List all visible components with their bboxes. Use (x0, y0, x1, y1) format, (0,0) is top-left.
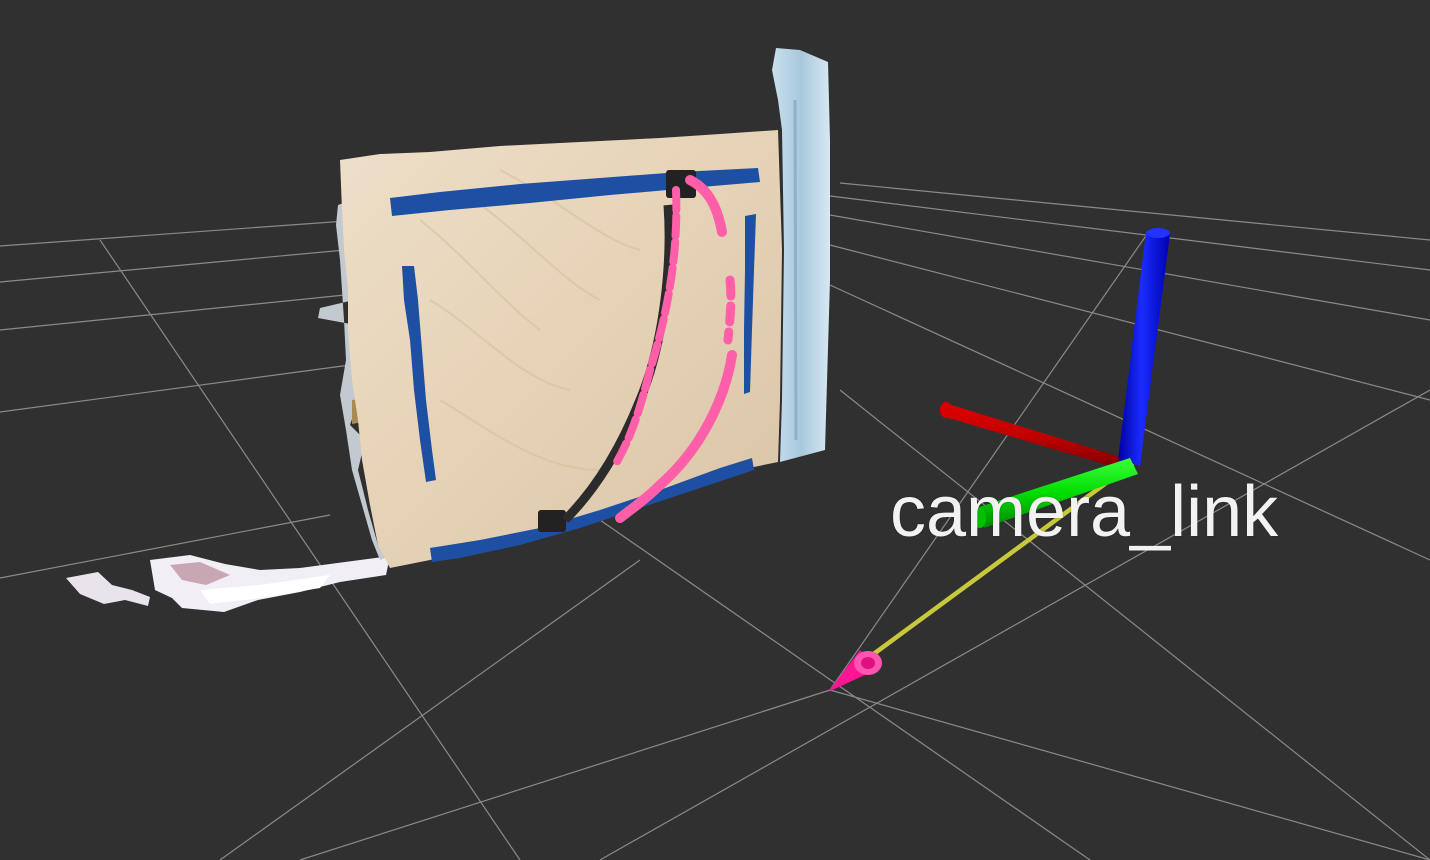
3d-viewport[interactable]: camera_link (0, 0, 1430, 860)
tf-axes-camera-link (828, 228, 1170, 692)
floor-points (66, 555, 390, 612)
axis-z-blue (1118, 228, 1170, 466)
arrow-shaft (857, 461, 1135, 667)
scene-canvas (0, 48, 1430, 860)
arrow-head (828, 650, 882, 692)
axis-x-red (940, 402, 1130, 470)
